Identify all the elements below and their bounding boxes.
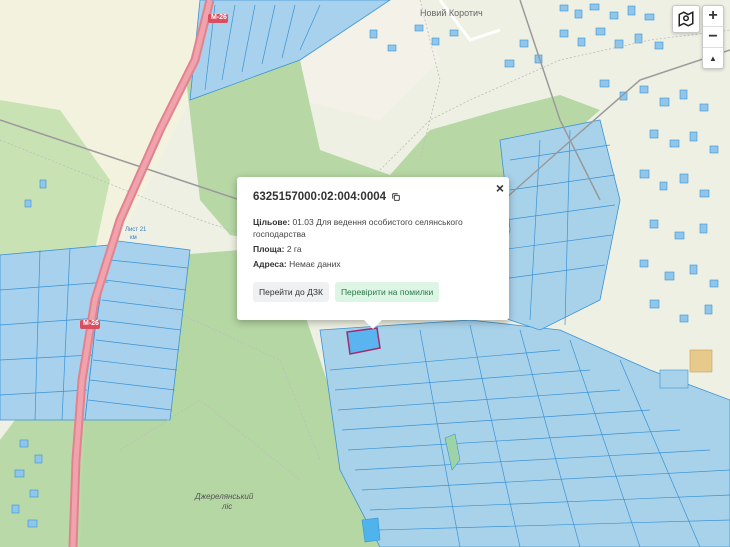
cadastral-number: 6325157000:02:004:0004	[253, 191, 387, 203]
forest-label: ліс	[222, 502, 233, 511]
road-label-m26: M-26	[211, 14, 227, 21]
address-row: Адреса: Немає даних	[253, 258, 493, 270]
copy-icon[interactable]	[391, 192, 401, 202]
purpose-label: Цільове:	[253, 217, 291, 227]
village-label: Новий Коротич	[420, 8, 483, 18]
popup-title: 6325157000:02:004:0004	[253, 191, 493, 203]
zoom-in-button[interactable]: +	[703, 6, 723, 27]
forest-label: Джерелянський	[195, 492, 254, 501]
layers-icon	[678, 11, 694, 27]
km-label: Лист 21	[125, 227, 147, 233]
popup-close-button[interactable]: ×	[496, 180, 504, 196]
north-reset-button[interactable]: ▲	[703, 48, 723, 68]
parcel-popup: × 6325157000:02:004:0004 Цільове: 01.03 …	[237, 177, 509, 329]
zoom-controls: + − ▲	[702, 5, 724, 69]
address-value: Немає даних	[289, 259, 341, 269]
address-label: Адреса:	[253, 259, 287, 269]
zoom-out-button[interactable]: −	[703, 27, 723, 48]
layers-button[interactable]	[672, 5, 700, 33]
popup-buttons: Перейти до ДЗК Перевірити на помилки	[253, 282, 493, 302]
check-errors-button[interactable]: Перевірити на помилки	[334, 282, 440, 302]
area-value: 2 га	[286, 244, 302, 254]
area-label: Площа:	[253, 244, 285, 254]
purpose-row: Цільове: 01.03 Для ведення особистого се…	[253, 216, 493, 240]
km-label: км	[130, 235, 137, 241]
area-row: Площа: 2 га	[253, 243, 493, 255]
road-label-m26: M-26	[83, 320, 99, 327]
go-to-dzk-button[interactable]: Перейти до ДЗК	[253, 282, 329, 302]
